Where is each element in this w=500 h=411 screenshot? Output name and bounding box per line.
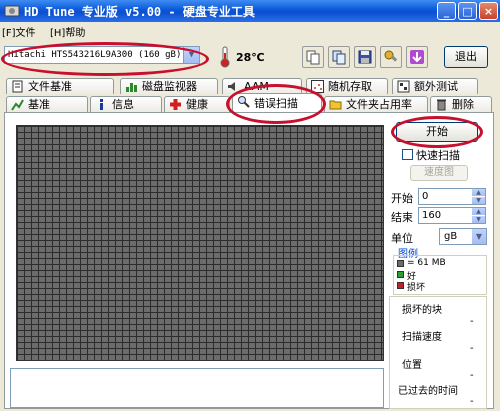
tab-health[interactable]: 健康 <box>164 96 230 112</box>
stat-scan-speed-label: 扫描速度 <box>402 332 442 343</box>
copy-image-icon <box>332 50 346 65</box>
tab-error-scan[interactable]: 错误扫描 <box>232 93 322 112</box>
tab-info[interactable]: 信息 <box>90 96 162 112</box>
speaker-icon <box>228 82 235 91</box>
scatter-icon <box>311 80 324 93</box>
tab-file-benchmark[interactable]: 文件基准 <box>6 78 114 94</box>
start-field-label: 开始 <box>391 192 413 205</box>
tab-benchmark[interactable]: 基准 <box>6 96 88 112</box>
copy-icon <box>306 50 320 65</box>
menu-help[interactable]: [H]帮助 <box>50 24 85 39</box>
legend-swatch-block <box>397 260 404 267</box>
menu-file[interactable]: [F]文件 <box>2 24 36 39</box>
tab-extra-tests[interactable]: 额外测试 <box>392 78 478 94</box>
end-field[interactable]: 160 ▲ ▼ <box>418 207 486 224</box>
tab-random-access[interactable]: 随机存取 <box>306 78 388 94</box>
tab-disk-monitor[interactable]: 磁盘监视器 <box>120 78 218 94</box>
copy-screenshot-button[interactable] <box>328 46 350 68</box>
tab-folder-usage[interactable]: 文件夹占用率 <box>324 96 428 112</box>
start-field[interactable]: 0 ▲ ▼ <box>418 188 486 205</box>
drive-select[interactable]: Hitachi HTS543216L9A300 (160 gB) ▼ <box>4 46 200 64</box>
legend-swatch-good <box>397 271 404 278</box>
end-field-label: 结束 <box>391 211 413 224</box>
bar-chart-icon <box>126 83 137 92</box>
floppy-disk-icon <box>358 50 372 64</box>
quick-scan-checkbox[interactable] <box>402 149 413 160</box>
options-button[interactable] <box>380 46 402 68</box>
chevron-down-icon[interactable]: ▼ <box>183 47 199 63</box>
maximize-button[interactable]: □ <box>458 2 477 20</box>
stat-damaged-blocks-value: - <box>470 316 474 327</box>
scan-log <box>10 368 384 408</box>
drive-select-value: Hitachi HTS543216L9A300 (160 gB) <box>8 50 182 60</box>
stat-scan-speed-value: - <box>470 343 474 354</box>
stat-damaged-blocks-label: 损坏的块 <box>402 305 442 316</box>
folder-icon <box>329 100 342 110</box>
tests-icon <box>397 80 410 93</box>
hd-tune-app-icon <box>4 5 20 17</box>
health-cross-icon <box>170 99 181 110</box>
minimize-button[interactable]: _ <box>437 2 456 20</box>
spin-up-icon[interactable]: ▲ <box>472 189 485 196</box>
spin-up-icon[interactable]: ▲ <box>472 208 485 215</box>
quick-scan-label: 快速扫描 <box>416 149 460 162</box>
info-icon <box>100 99 103 110</box>
document-icon <box>12 80 23 93</box>
legend-block-size: = 61 MB <box>407 258 446 268</box>
toolbar: Hitachi HTS543216L9A300 (160 gB) ▼ 28℃ 退… <box>0 38 500 74</box>
benchmark-icon <box>11 99 24 111</box>
window-title: HD Tune 专业版 v5.00 - 硬盘专业工具 <box>24 5 255 19</box>
magnifier-icon <box>238 96 250 108</box>
stat-elapsed-time-label: 已过去的时间 <box>398 386 458 397</box>
tab-erase[interactable]: 删除 <box>430 96 492 112</box>
save-button[interactable] <box>354 46 376 68</box>
unit-select[interactable]: gB ▼ <box>439 228 487 245</box>
menu-bar: [F]文件 [H]帮助 <box>0 22 500 39</box>
close-button[interactable]: × <box>479 2 498 20</box>
wrench-icon <box>384 50 398 62</box>
stat-position-value: - <box>470 370 474 381</box>
exit-button[interactable]: 退出 <box>444 46 488 68</box>
stat-elapsed-time-value: - <box>470 396 474 407</box>
tab-aam[interactable]: AAM <box>222 78 302 94</box>
stat-position-label: 位置 <box>402 360 422 371</box>
start-button[interactable]: 开始 <box>396 122 478 142</box>
thermometer-icon <box>220 46 230 68</box>
chevron-down-icon[interactable]: ▼ <box>472 229 486 244</box>
spin-down-icon[interactable]: ▼ <box>472 197 485 204</box>
arrow-down-icon <box>410 50 424 64</box>
spin-down-icon[interactable]: ▼ <box>472 216 485 223</box>
legend-swatch-bad <box>397 282 404 289</box>
temperature-readout: 28℃ <box>236 51 265 64</box>
scan-block-map <box>16 125 384 361</box>
unit-label: 单位 <box>391 232 413 245</box>
speed-map-button[interactable]: 速度图 <box>410 165 468 181</box>
title-bar: HD Tune 专业版 v5.00 - 硬盘专业工具 _ □ × <box>0 0 500 22</box>
download-button[interactable] <box>406 46 428 68</box>
copy-text-button[interactable] <box>302 46 324 68</box>
trash-icon <box>437 99 446 111</box>
legend-bad: 损坏 <box>407 283 426 293</box>
